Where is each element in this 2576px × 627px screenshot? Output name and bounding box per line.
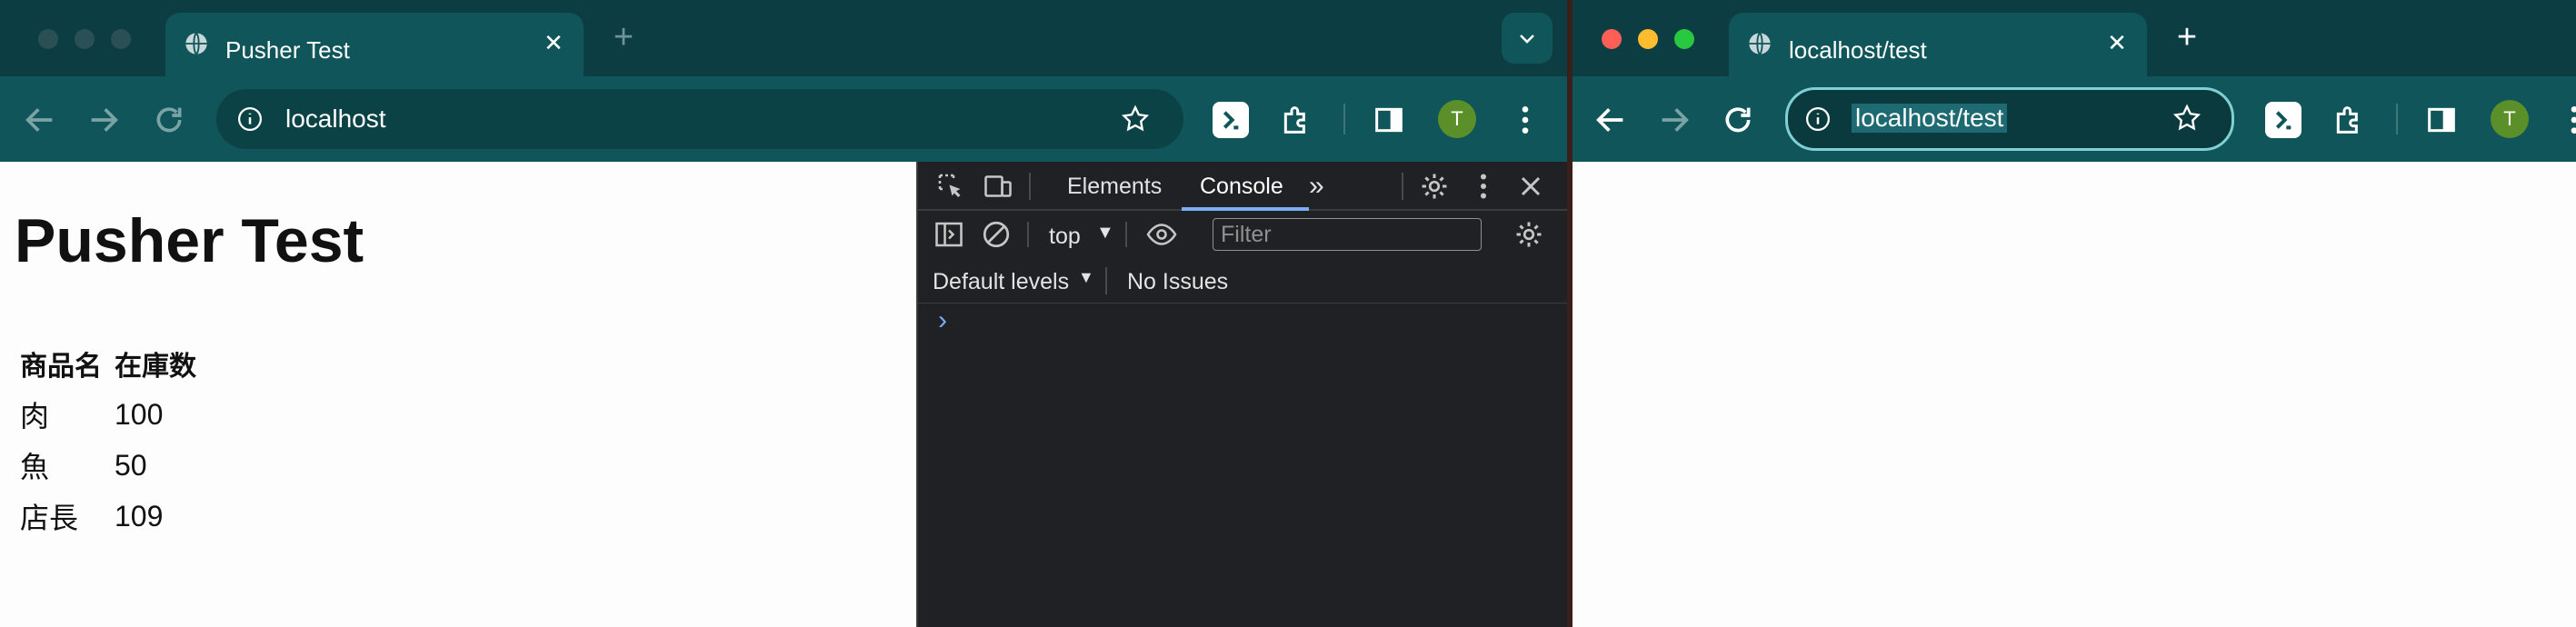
more-menu-icon[interactable] xyxy=(1507,102,1543,138)
close-window-button[interactable] xyxy=(1602,29,1622,49)
address-text[interactable]: localhost/test xyxy=(1852,104,2008,133)
caret-down-icon: ▼ xyxy=(1096,223,1114,243)
minimize-window-button[interactable] xyxy=(1638,29,1658,49)
device-toolbar-icon[interactable] xyxy=(982,170,1014,203)
settings-gear-icon[interactable] xyxy=(1418,170,1451,203)
stock-count-cell: 50 xyxy=(115,448,147,482)
default-levels-dropdown[interactable]: Default levels ▼ xyxy=(933,265,1094,296)
puzzle-extensions-icon[interactable] xyxy=(1278,102,1314,138)
tab-strip: Pusher Test ✕ + xyxy=(0,0,1567,76)
tab-close-icon[interactable]: ✕ xyxy=(2103,29,2131,56)
bookmark-star-icon[interactable] xyxy=(1120,104,1151,134)
extension-glyph-icon xyxy=(1223,111,1239,130)
new-tab-button[interactable]: + xyxy=(607,20,640,55)
close-window-button[interactable] xyxy=(38,29,58,49)
console-levels-bar: Default levels ▼ No Issues xyxy=(918,258,1567,304)
table-header-row: 商品名 在庫数 xyxy=(20,338,204,389)
zoom-window-button[interactable] xyxy=(1674,29,1694,49)
context-label: top xyxy=(1049,224,1081,249)
extension-icon[interactable] xyxy=(2265,102,2301,138)
tab-pusher-test[interactable]: Pusher Test ✕ xyxy=(165,13,584,76)
clear-console-icon[interactable] xyxy=(980,218,1013,251)
toolbar: localhost T xyxy=(0,76,1567,162)
site-info-icon[interactable] xyxy=(1804,105,1832,133)
chevron-down-icon xyxy=(1520,35,1534,44)
toolbar-separator xyxy=(2396,104,2398,134)
back-arrow-icon[interactable] xyxy=(22,102,58,138)
tab-search-button[interactable] xyxy=(1502,13,1553,64)
reload-icon[interactable] xyxy=(151,102,187,138)
console-toolbar: top ▼ Filter xyxy=(918,211,1567,258)
table-row: 魚 50 xyxy=(20,440,204,491)
extension-glyph-icon xyxy=(2275,111,2291,130)
profile-avatar[interactable]: T xyxy=(2491,100,2529,138)
inspect-element-icon[interactable] xyxy=(934,170,967,203)
tab-title: Pusher Test xyxy=(225,36,350,64)
header-product-name: 商品名 xyxy=(20,352,102,382)
tab-localhost-test[interactable]: localhost/test ✕ xyxy=(1729,13,2147,76)
puzzle-extensions-icon[interactable] xyxy=(2331,102,2367,138)
address-bar[interactable]: localhost/test xyxy=(1785,87,2234,151)
bookmark-star-icon[interactable] xyxy=(2172,103,2202,134)
forward-arrow-icon[interactable] xyxy=(1656,102,1692,138)
devtools-menu-icon[interactable] xyxy=(1467,170,1500,203)
issues-counter[interactable]: No Issues xyxy=(1127,269,1228,295)
table-row: 店長 109 xyxy=(20,491,204,542)
tab-console[interactable]: Console xyxy=(1200,174,1283,200)
new-tab-button[interactable]: + xyxy=(2171,20,2203,55)
inventory-table: 商品名 在庫数 肉 100 魚 50 店長 109 xyxy=(20,338,204,542)
console-filter-input[interactable]: Filter xyxy=(1213,218,1482,251)
caret-down-icon: ▼ xyxy=(1078,268,1094,286)
tab-title: localhost/test xyxy=(1789,36,1927,64)
filter-placeholder: Filter xyxy=(1221,222,1272,247)
more-tabs-icon[interactable]: » xyxy=(1309,171,1324,202)
extension-icon[interactable] xyxy=(1213,102,1249,138)
zoom-window-button[interactable] xyxy=(111,29,131,49)
globe-icon xyxy=(1749,32,1771,55)
address-bar[interactable]: localhost xyxy=(216,89,1183,149)
tab-close-icon[interactable]: ✕ xyxy=(540,29,567,56)
close-devtools-icon[interactable] xyxy=(1514,170,1547,203)
devtools-separator xyxy=(1125,222,1127,247)
console-settings-gear-icon[interactable] xyxy=(1513,218,1545,251)
devtools-panel: Elements Console » top ▼ Filter Default … xyxy=(916,162,1567,627)
header-stock-count: 在庫数 xyxy=(115,352,196,382)
profile-avatar[interactable]: T xyxy=(1438,100,1476,138)
console-prompt-row[interactable]: › xyxy=(918,305,1567,342)
devtools-separator xyxy=(1402,173,1403,200)
toolbar: localhost/test T xyxy=(1573,76,2576,162)
table-row: 肉 100 xyxy=(20,389,204,440)
reload-icon[interactable] xyxy=(1720,102,1756,138)
tab-strip: localhost/test ✕ + xyxy=(1573,0,2576,76)
devtools-tab-bar: Elements Console » xyxy=(918,162,1567,211)
right-browser-window: localhost/test ✕ + localhost/test T xyxy=(1573,0,2576,627)
product-name-cell: 魚 xyxy=(20,451,50,483)
levels-label: Default levels xyxy=(933,269,1070,294)
toolbar-separator xyxy=(1343,104,1345,134)
devtools-separator xyxy=(1027,222,1029,247)
more-menu-icon[interactable] xyxy=(2556,102,2576,138)
sidebar-toggle-icon[interactable] xyxy=(933,218,965,251)
console-prompt-chevron: › xyxy=(938,305,947,335)
left-browser-window: Pusher Test ✕ + localhost T Pusher Test … xyxy=(0,0,1567,627)
tab-elements[interactable]: Elements xyxy=(1067,174,1162,200)
forward-arrow-icon[interactable] xyxy=(85,102,122,138)
side-panel-icon[interactable] xyxy=(1371,102,1407,138)
product-name-cell: 肉 xyxy=(20,400,50,433)
minimize-window-button[interactable] xyxy=(75,29,95,49)
globe-icon xyxy=(185,32,207,55)
page-title: Pusher Test xyxy=(15,206,364,275)
stock-count-cell: 100 xyxy=(115,397,164,431)
address-text: localhost xyxy=(285,104,386,133)
side-panel-icon[interactable] xyxy=(2423,102,2460,138)
site-info-icon[interactable] xyxy=(236,105,264,133)
stock-count-cell: 109 xyxy=(115,499,164,532)
devtools-separator xyxy=(1029,173,1031,200)
product-name-cell: 店長 xyxy=(20,502,79,534)
devtools-separator xyxy=(1105,267,1107,294)
context-selector[interactable]: top ▼ xyxy=(1038,220,1114,251)
back-arrow-icon[interactable] xyxy=(1593,102,1629,138)
live-expression-eye-icon[interactable] xyxy=(1145,218,1178,251)
